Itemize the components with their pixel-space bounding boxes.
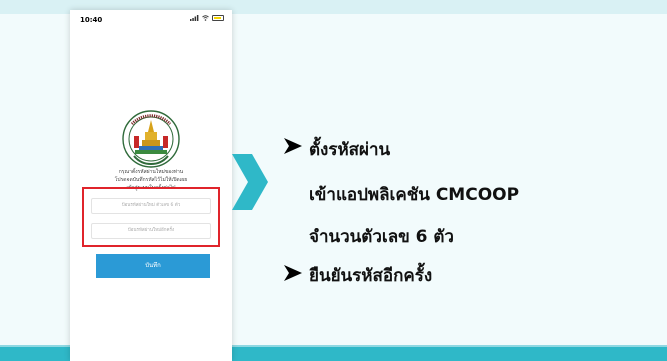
new-password-input[interactable]: ป้อนรหัสผ่านใหม่ ตัวเลข 6 ตัว [91,198,211,214]
step1-digit-count: จำนวนตัวเลข 6 ตัว [309,227,454,247]
status-time: 10:40 [80,16,103,24]
confirm-password-input[interactable]: ป้อนรหัสผ่านใหม่อีกครั้ง [91,223,211,239]
signal-icon [190,15,199,21]
step1-title: ตั้งรหัสผ่าน [309,140,391,160]
chevron-right-icon [232,154,268,210]
phone-screen: 10:40 กรุณาตั้งรหัสผ่านใหม่ของท่าน โปรดจ… [70,10,232,361]
status-icons [190,15,224,21]
wifi-icon [202,15,209,21]
battery-icon [212,15,224,21]
arrow-bullet-icon [284,138,302,154]
instruction-line: กรุณาตั้งรหัสผ่านใหม่ของท่าน [118,169,184,175]
save-button[interactable]: บันทึก [96,254,210,278]
arrow-bullet-icon [284,265,302,281]
step2-confirm: ยืนยันรหัสอีกครั้ง [309,266,433,286]
step1-app-name: เข้าแอปพลิเคชัน CMCOOP [309,185,520,205]
instruction-line: โปรดจดบันทึกรหัสไว้ไม่ให้เปิดเผย [114,177,188,183]
cooperative-seal-logo [122,110,180,168]
